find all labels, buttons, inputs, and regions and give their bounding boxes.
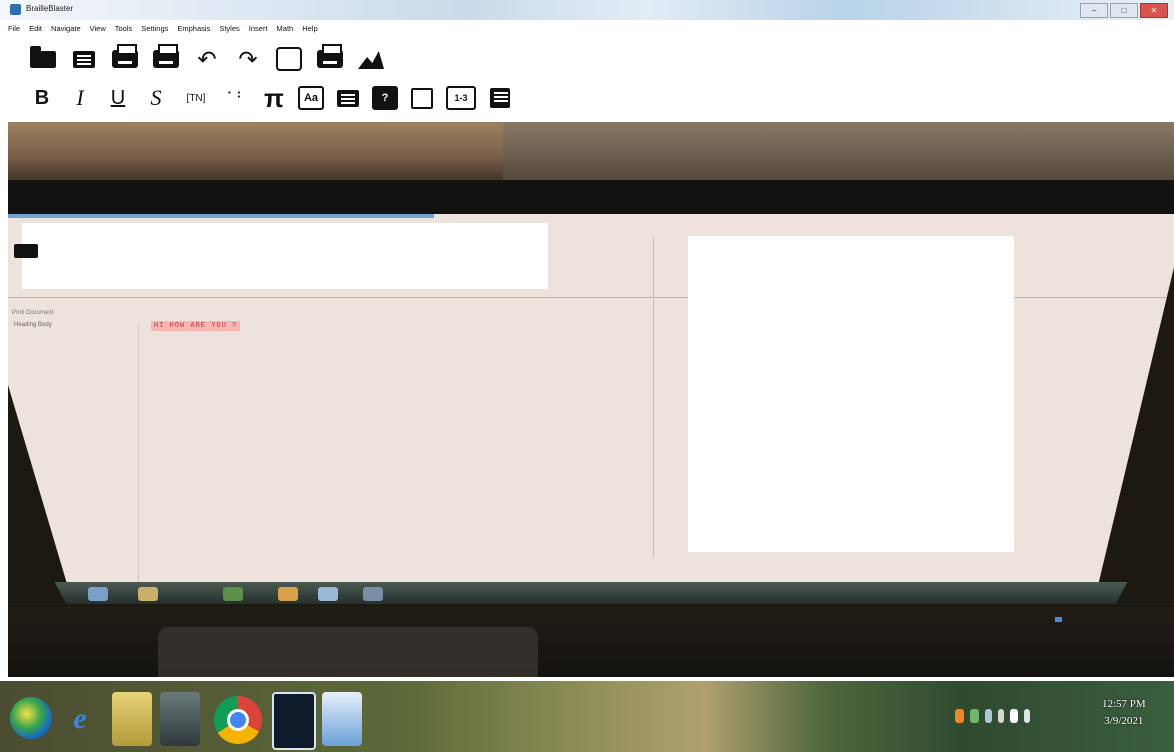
photo-region: Print Document Heading Body HI HOW ARE Y… bbox=[8, 122, 1174, 677]
menu-emphasis[interactable]: Emphasis bbox=[177, 24, 210, 38]
bold-button[interactable]: B bbox=[28, 84, 56, 112]
power-led bbox=[1055, 617, 1062, 622]
menu-settings[interactable]: Settings bbox=[141, 24, 168, 38]
close-button[interactable]: ✕ bbox=[1140, 3, 1168, 18]
underline-button[interactable]: U bbox=[104, 84, 132, 112]
photo-taskbar bbox=[54, 582, 1128, 604]
embosser-icon[interactable] bbox=[151, 44, 181, 74]
main-toolbar: ↶ ↷ bbox=[28, 44, 386, 74]
taskbar-clock[interactable]: 12:57 PM 3/9/2021 bbox=[1102, 696, 1146, 730]
braille-view-pane bbox=[688, 236, 1014, 552]
menu-edit[interactable]: Edit bbox=[29, 24, 42, 38]
tray-icon[interactable] bbox=[985, 709, 992, 723]
align-icon[interactable] bbox=[334, 84, 362, 112]
menu-bar: File Edit Navigate View Tools Settings E… bbox=[8, 24, 318, 38]
menu-math[interactable]: Math bbox=[277, 24, 294, 38]
file-explorer-icon[interactable] bbox=[112, 692, 152, 746]
italic-button[interactable]: I bbox=[66, 84, 94, 112]
folder-icon bbox=[14, 244, 38, 258]
chrome-icon[interactable] bbox=[214, 696, 262, 744]
maximize-button[interactable]: □ bbox=[1110, 3, 1138, 18]
print-icon[interactable] bbox=[110, 44, 140, 74]
transcriber-note-button[interactable]: [TN] bbox=[180, 84, 212, 112]
system-tray bbox=[955, 709, 1030, 723]
word-processor-icon[interactable] bbox=[322, 692, 362, 746]
tray-icon[interactable] bbox=[970, 709, 979, 723]
highlighted-document-text[interactable]: HI HOW ARE YOU ? bbox=[151, 321, 241, 331]
menu-help[interactable]: Help bbox=[302, 24, 317, 38]
photo-taskbar-icon bbox=[363, 587, 383, 601]
clock-time: 12:57 PM bbox=[1102, 698, 1146, 710]
list-icon[interactable] bbox=[408, 84, 436, 112]
redacted-toolbar-panel bbox=[22, 223, 548, 289]
background-wall-right bbox=[503, 122, 1174, 180]
style-label: Heading Body bbox=[14, 322, 52, 328]
page-range-button[interactable]: 1-3 bbox=[446, 86, 476, 110]
menu-insert[interactable]: Insert bbox=[249, 24, 268, 38]
window-controls: – □ ✕ bbox=[1080, 3, 1168, 18]
braille-app-icon[interactable] bbox=[272, 692, 316, 750]
help-button[interactable]: ? bbox=[372, 86, 398, 110]
open-folder-icon[interactable] bbox=[28, 44, 58, 74]
menu-file[interactable]: File bbox=[8, 24, 20, 38]
media-player-icon[interactable] bbox=[160, 692, 200, 746]
monitor-title-bar bbox=[8, 214, 434, 218]
braille-symbol-button[interactable]: ⠁⠃ bbox=[222, 84, 250, 112]
clock-date: 3/9/2021 bbox=[1104, 715, 1144, 727]
redo-icon[interactable]: ↷ bbox=[233, 44, 263, 74]
monitor-screen: Print Document Heading Body HI HOW ARE Y… bbox=[8, 214, 1174, 594]
print-view-label: Print Document bbox=[12, 310, 54, 316]
window-title: BrailleBlaster bbox=[26, 4, 74, 13]
menu-tools[interactable]: Tools bbox=[115, 24, 133, 38]
internet-explorer-icon[interactable]: e bbox=[60, 692, 100, 746]
text-style-button[interactable]: Aa bbox=[298, 86, 324, 110]
photo-taskbar-icon bbox=[88, 587, 108, 601]
minimize-button[interactable]: – bbox=[1080, 3, 1108, 18]
save-icon[interactable] bbox=[69, 44, 99, 74]
script-button[interactable]: S bbox=[142, 84, 170, 112]
emboss-icon[interactable] bbox=[315, 44, 345, 74]
undo-icon[interactable]: ↶ bbox=[192, 44, 222, 74]
start-button[interactable] bbox=[10, 697, 52, 739]
desk-object bbox=[158, 627, 538, 677]
photo-taskbar-icon bbox=[318, 587, 338, 601]
image-describer-icon[interactable] bbox=[356, 44, 386, 74]
tray-icon[interactable] bbox=[998, 709, 1004, 723]
tray-icon[interactable] bbox=[955, 709, 964, 723]
style-divider bbox=[138, 324, 139, 594]
edit-braille-icon[interactable] bbox=[486, 84, 514, 112]
app-icon bbox=[10, 4, 21, 15]
math-pi-button[interactable]: π bbox=[260, 83, 288, 113]
translate-icon[interactable] bbox=[274, 44, 304, 74]
menu-navigate[interactable]: Navigate bbox=[51, 24, 81, 38]
photo-taskbar-icon bbox=[278, 587, 298, 601]
title-bar: BrailleBlaster – □ ✕ bbox=[0, 0, 1174, 20]
network-icon[interactable] bbox=[1010, 709, 1018, 723]
photo-taskbar-icon bbox=[223, 587, 243, 601]
volume-icon[interactable] bbox=[1024, 709, 1030, 723]
menu-view[interactable]: View bbox=[90, 24, 106, 38]
formatting-toolbar: B I U S [TN] ⠁⠃ π Aa ? 1-3 bbox=[28, 83, 514, 113]
menu-styles[interactable]: Styles bbox=[219, 24, 239, 38]
pane-divider bbox=[653, 238, 654, 558]
photo-taskbar-icon bbox=[138, 587, 158, 601]
